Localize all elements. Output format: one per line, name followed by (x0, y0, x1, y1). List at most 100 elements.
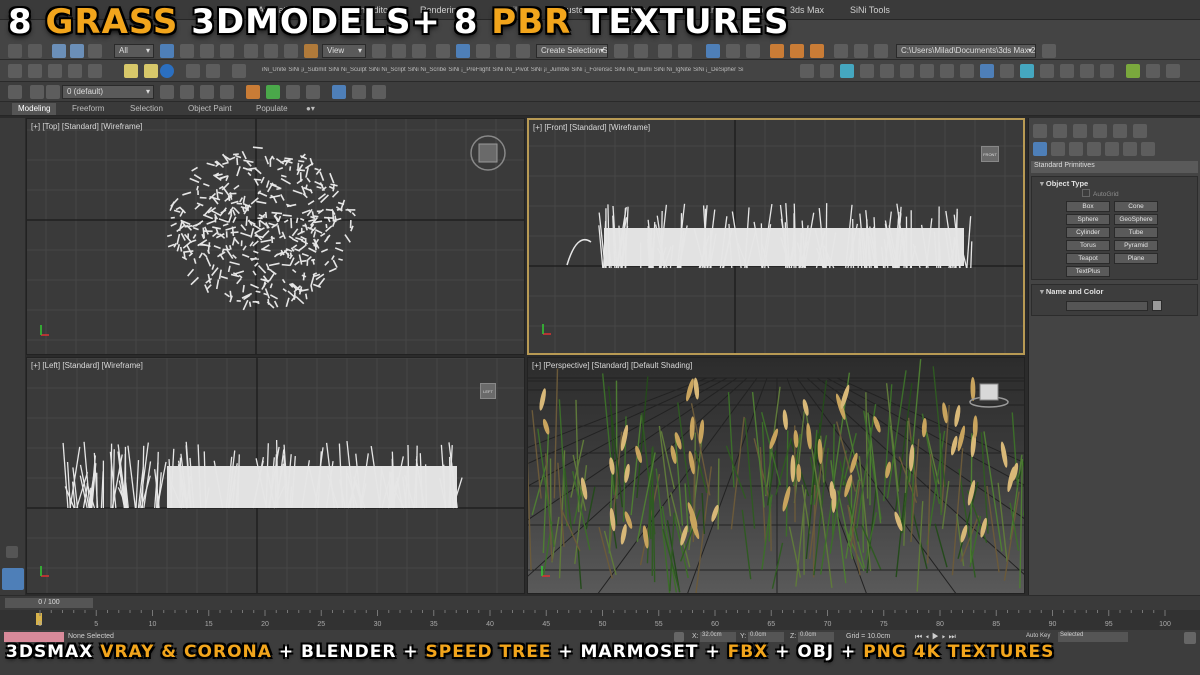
tree-alt-icon[interactable] (880, 64, 894, 78)
teapot-button[interactable]: Teapot (1066, 253, 1110, 264)
menu-sini-tools[interactable]: SiNi Tools (850, 5, 890, 15)
align-icon[interactable] (634, 44, 648, 58)
viewport-front[interactable]: [+] [Front] [Standard] [Wireframe] FRONT (527, 118, 1025, 355)
vray-camera-icon[interactable] (1040, 64, 1054, 78)
cone-button[interactable]: Cone (1114, 201, 1158, 212)
expand-arrow-icon[interactable] (6, 546, 18, 558)
tab-selection[interactable]: Selection (130, 104, 163, 113)
sini-forensic-icon[interactable] (820, 64, 834, 78)
viewport-perspective-label[interactable]: [+] [Perspective] [Standard] [Default Sh… (532, 361, 692, 370)
shapes-icon[interactable] (1051, 142, 1065, 156)
qr-icon[interactable] (160, 64, 174, 78)
textplus-button[interactable]: TextPlus (1066, 266, 1110, 277)
viewport-left-label[interactable]: [+] [Left] [Standard] [Wireframe] (31, 361, 143, 370)
railclone-rc-icon[interactable] (332, 85, 346, 99)
pyramid-button[interactable]: Pyramid (1114, 240, 1158, 251)
vray-sun-icon[interactable] (1020, 64, 1034, 78)
utilities-tab-icon[interactable] (1133, 124, 1147, 138)
percent-snap-icon[interactable] (476, 44, 490, 58)
lamp-icon[interactable] (144, 64, 158, 78)
undo-icon[interactable] (8, 44, 22, 58)
primitives-dropdown[interactable]: Standard Primitives (1031, 161, 1198, 173)
menu-3dsmax[interactable]: 3ds Max (790, 5, 824, 15)
toggle-ribbon-icon[interactable] (678, 44, 692, 58)
vray-frame-icon[interactable] (980, 64, 994, 78)
layer-dropdown[interactable]: 0 (default) (62, 85, 154, 99)
autogrid-checkbox[interactable]: AutoGrid (1082, 189, 1119, 198)
viewport-perspective[interactable]: [+] [Perspective] [Standard] [Default Sh… (527, 357, 1025, 594)
viewport-layouts-icon[interactable] (2, 568, 24, 590)
render-setup-icon[interactable] (770, 44, 784, 58)
add-layer-icon[interactable] (160, 85, 174, 99)
material-editor-icon[interactable] (746, 44, 760, 58)
redo-icon[interactable] (28, 44, 42, 58)
sini-tool-icon[interactable] (800, 64, 814, 78)
tab-populate[interactable]: Populate (256, 104, 288, 113)
select-by-name-icon[interactable] (180, 44, 194, 58)
ribbon-options-icon[interactable]: ●▾ (306, 104, 315, 113)
viewcube-left[interactable]: LEFT (480, 383, 496, 399)
spinner-snap-icon[interactable] (496, 44, 510, 58)
layer-visibility-icon[interactable] (46, 85, 60, 99)
cursor-icon[interactable] (232, 64, 246, 78)
fp-plugin-icon[interactable] (246, 85, 260, 99)
modify-tab-icon[interactable] (1053, 124, 1067, 138)
set-current-layer-icon[interactable] (220, 85, 234, 99)
curve-editor-icon[interactable] (706, 44, 720, 58)
sini-script-bar[interactable]: iNi_Unite`SiNi ¡i_Submit`SiNi Ni_Sculpt`… (262, 67, 792, 73)
railclone-icon[interactable] (960, 64, 974, 78)
space-warps-icon[interactable] (1123, 142, 1137, 156)
plane-button[interactable]: Plane (1114, 253, 1158, 264)
forest-pack-icon[interactable] (266, 85, 280, 99)
angle-snap-icon[interactable] (456, 44, 470, 58)
viewport-front-label[interactable]: [+] [Front] [Standard] [Wireframe] (533, 123, 650, 132)
help-circle-icon[interactable] (1166, 64, 1180, 78)
create-selection-set-dropdown[interactable]: Create Selection Se (536, 44, 608, 58)
motion-tab-icon[interactable] (1093, 124, 1107, 138)
geosphere-button[interactable]: GeoSphere (1114, 214, 1158, 225)
sticky-note-icon[interactable] (124, 64, 138, 78)
green-tree-icon[interactable] (1126, 64, 1140, 78)
rc-list-icon[interactable] (352, 85, 366, 99)
rect-selection-icon[interactable] (200, 44, 214, 58)
viewport-layout-icon[interactable] (48, 64, 62, 78)
vray-teapot-icon[interactable] (1100, 64, 1114, 78)
create-tab-icon[interactable] (1033, 124, 1047, 138)
select-layer-icon[interactable] (200, 85, 214, 99)
name-color-title[interactable]: Name and Color (1032, 285, 1197, 298)
render-online-icon[interactable] (834, 44, 848, 58)
select-object-icon[interactable] (160, 44, 174, 58)
tab-freeform[interactable]: Freeform (72, 104, 104, 113)
select-manipulate-icon[interactable] (392, 44, 406, 58)
place-icon[interactable] (304, 44, 318, 58)
cameras-icon[interactable] (1087, 142, 1101, 156)
tab-modeling[interactable]: Modeling (12, 103, 57, 115)
notes-icon[interactable] (1146, 64, 1160, 78)
move-icon[interactable] (244, 44, 258, 58)
systems-icon[interactable] (1141, 142, 1155, 156)
cut-icon[interactable] (306, 85, 320, 99)
display-tab-icon[interactable] (1113, 124, 1127, 138)
tree-icon[interactable] (860, 64, 874, 78)
frame-counter[interactable]: 0 / 100 (5, 598, 93, 608)
forest-icon[interactable] (940, 64, 954, 78)
rc-table-icon[interactable] (372, 85, 386, 99)
geometry-icon[interactable] (1033, 142, 1047, 156)
unlink-icon[interactable] (70, 44, 84, 58)
box-button[interactable]: Box (1066, 201, 1110, 212)
zoom-extents-icon[interactable] (1184, 632, 1196, 644)
viewport-top[interactable]: [+] [Top] [Standard] [Wireframe] (26, 118, 525, 355)
viewport-top-label[interactable]: [+] [Top] [Standard] [Wireframe] (31, 122, 142, 131)
cloud-icon[interactable] (28, 64, 42, 78)
track-bar[interactable]: 0 5 10 15 20 25 30 35 40 45 50 55 60 65 70 75 80 85 90 95 10… (0, 610, 1200, 630)
keyboard-shortcut-icon[interactable] (412, 44, 426, 58)
project-path-dropdown[interactable]: C:\Users\Milad\Documents\3ds Max 2021 (896, 44, 1036, 58)
schematic-view-icon[interactable] (726, 44, 740, 58)
lights-icon[interactable] (1069, 142, 1083, 156)
scene-explorer-icon[interactable] (8, 64, 22, 78)
camera-icon[interactable] (68, 64, 82, 78)
link-icon[interactable] (52, 44, 66, 58)
brush-icon[interactable] (186, 64, 200, 78)
paint-icon[interactable] (206, 64, 220, 78)
scatter-icon[interactable] (900, 64, 914, 78)
